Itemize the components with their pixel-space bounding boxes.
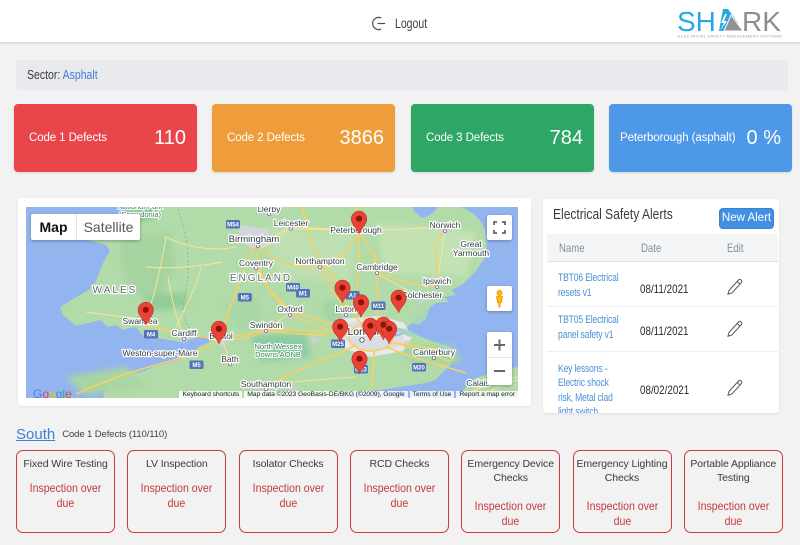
svg-text:M4: M4: [147, 333, 156, 339]
svg-text:M40: M40: [287, 286, 299, 292]
svg-text:Leicester: Leicester: [274, 218, 309, 228]
svg-text:SH: SH: [678, 6, 716, 37]
svg-text:Northampton: Northampton: [295, 256, 344, 266]
svg-text:Birmingham: Birmingham: [229, 234, 280, 245]
svg-text:Colchester: Colchester: [402, 290, 443, 300]
svg-text:M1: M1: [299, 292, 308, 298]
svg-text:Coventry: Coventry: [239, 258, 274, 268]
svg-text:M20: M20: [413, 366, 425, 372]
svg-text:Ipswich: Ipswich: [423, 276, 452, 286]
svg-text:Cardiff: Cardiff: [172, 328, 198, 338]
svg-text:Oxford: Oxford: [277, 304, 303, 314]
svg-text:M11: M11: [373, 304, 385, 310]
svg-text:RK: RK: [742, 6, 781, 37]
svg-text:ELECTRICAL SAFETY MANAGEMENT S: ELECTRICAL SAFETY MANAGEMENT SOFTWARE: [678, 34, 782, 39]
svg-text:Downs AONB: Downs AONB: [255, 350, 301, 359]
svg-text:Cambridge: Cambridge: [356, 262, 398, 272]
svg-text:Swansea: Swansea: [123, 316, 158, 326]
svg-text:Norwich: Norwich: [430, 220, 461, 230]
svg-text:Swindon: Swindon: [250, 320, 283, 330]
svg-text:ENGLAND: ENGLAND: [230, 273, 292, 284]
svg-text:M54: M54: [227, 223, 239, 229]
svg-text:Weston-super-Mare: Weston-super-Mare: [123, 348, 198, 358]
svg-text:Bath: Bath: [221, 354, 239, 364]
svg-text:M25: M25: [332, 342, 344, 348]
svg-text:Derby: Derby: [258, 207, 281, 214]
svg-text:WALES: WALES: [93, 285, 138, 296]
svg-text:Yarmouth: Yarmouth: [453, 248, 489, 258]
svg-text:Southampton: Southampton: [241, 379, 292, 389]
svg-text:M5: M5: [192, 363, 201, 369]
svg-text:M5: M5: [241, 296, 250, 302]
svg-text:Canterbury: Canterbury: [413, 347, 456, 357]
